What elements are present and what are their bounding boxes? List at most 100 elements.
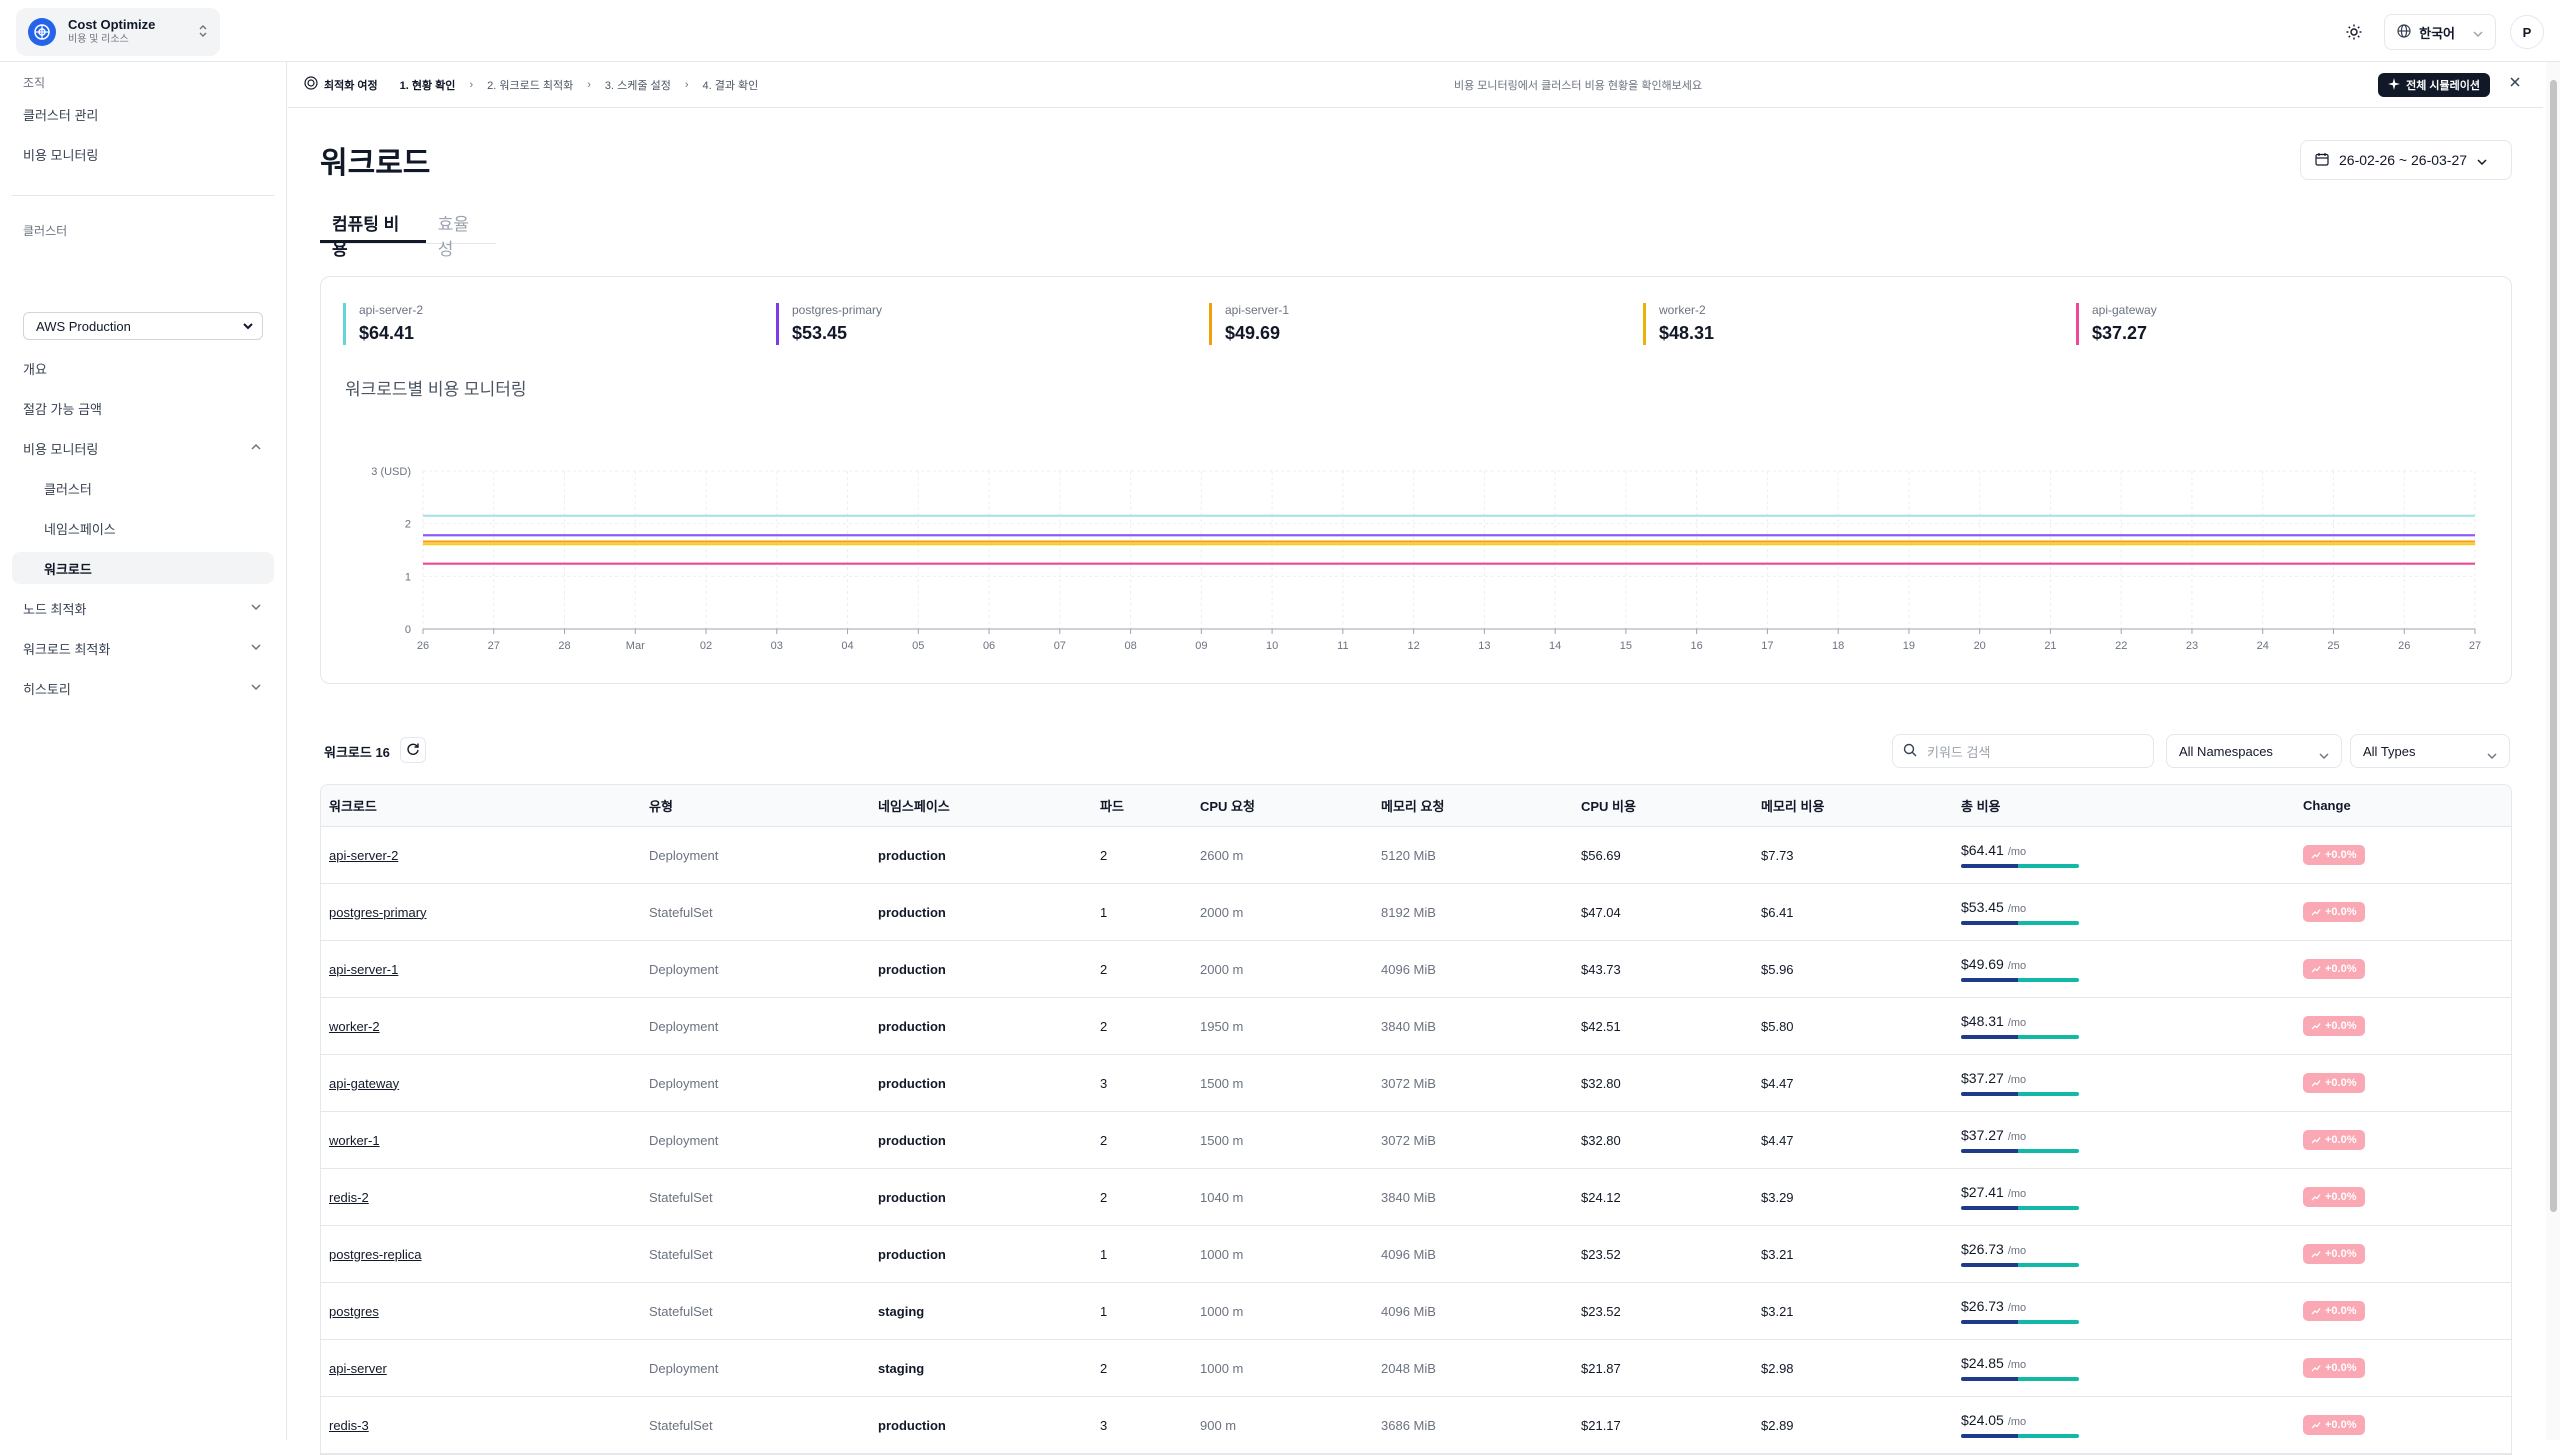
cluster-select[interactable]: AWS Production <box>23 312 263 340</box>
cell-change: +0.0% <box>2303 884 2365 940</box>
sidebar-item-namespace[interactable]: 네임스페이스 <box>12 512 274 544</box>
journey-step-4[interactable]: 4. 결과 확인 <box>702 77 758 93</box>
sidebar-item-node-optimization[interactable]: 노드 최적화 <box>12 592 274 624</box>
column-header-cpu-request[interactable]: CPU 요청 <box>1200 785 1255 826</box>
cell-total-cost: $53.45/mo <box>1961 884 2079 940</box>
table-row[interactable]: api-server Deployment staging 2 1000 m 2048 M… <box>321 1340 2511 1397</box>
tab-efficiency[interactable]: 효율성 <box>426 204 496 259</box>
column-header-change[interactable]: Change <box>2303 785 2351 826</box>
table-row[interactable]: postgres StatefulSet staging 1 1000 m 4096 Mi… <box>321 1283 2511 1340</box>
journey-step-1[interactable]: 1. 현황 확인 <box>400 77 456 93</box>
workload-link[interactable]: api-server <box>329 1361 387 1376</box>
memory-cost-segment <box>2018 864 2079 868</box>
table-row[interactable]: api-server-2 Deployment production 2 2600 m 5… <box>321 827 2511 884</box>
cost-breakdown-bar <box>1961 1377 2079 1381</box>
chevron-down-icon <box>250 681 262 696</box>
workload-link[interactable]: postgres-primary <box>329 905 427 920</box>
theme-toggle-sun-icon[interactable] <box>2338 16 2370 48</box>
cell-name: api-gateway <box>329 1055 399 1111</box>
full-simulation-button[interactable]: 전체 시뮬레이션 <box>2378 73 2490 97</box>
total-cost-unit: /mo <box>2007 1416 2027 1428</box>
cell-mem-req: 3840 MiB <box>1381 1189 1436 1205</box>
chevron-up-icon <box>250 441 262 456</box>
sidebar-item-savings[interactable]: 절감 가능 금액 <box>12 392 274 424</box>
journey-step-2[interactable]: 2. 워크로드 최적화 <box>487 77 573 93</box>
column-header-cpu-cost[interactable]: CPU 비용 <box>1581 785 1636 826</box>
x-tick-label: 26 <box>417 640 429 652</box>
workload-link[interactable]: postgres <box>329 1304 379 1319</box>
column-header-workload[interactable]: 워크로드 <box>329 785 377 826</box>
column-header-pods[interactable]: 파드 <box>1100 785 1124 826</box>
cell-change: +0.0% <box>2303 1397 2365 1453</box>
namespace-filter[interactable]: All Namespaces <box>2166 734 2342 768</box>
type-filter[interactable]: All Types <box>2350 734 2510 768</box>
table-row[interactable]: postgres-primary StatefulSet production 1 20… <box>321 884 2511 941</box>
column-header-type[interactable]: 유형 <box>649 785 673 826</box>
workload-link[interactable]: api-gateway <box>329 1076 399 1091</box>
table-row[interactable]: api-gateway Deployment production 3 1500 m 30… <box>321 1055 2511 1112</box>
table-row[interactable]: redis-2 StatefulSet production 2 1040 m 3840 … <box>321 1169 2511 1226</box>
journey-step-3[interactable]: 3. 스케줄 설정 <box>605 77 671 93</box>
avatar[interactable]: P <box>2510 15 2544 49</box>
sidebar-item-cost-monitoring-org[interactable]: 비용 모니터링 <box>12 138 274 170</box>
column-header-namespace[interactable]: 네임스페이스 <box>878 785 950 826</box>
table-row[interactable]: worker-2 Deployment production 2 1950 m 3840 … <box>321 998 2511 1055</box>
x-tick-label: 21 <box>2044 640 2056 652</box>
cell-type: StatefulSet <box>649 1303 713 1319</box>
sidebar-item-cluster-management[interactable]: 클러스터 관리 <box>12 98 274 130</box>
table-row[interactable]: redis-3 StatefulSet production 3 900 m 3686 M… <box>321 1397 2511 1454</box>
trend-up-icon <box>2311 1194 2321 1201</box>
chevron-down-icon <box>250 641 262 656</box>
x-tick-label: 19 <box>1903 640 1915 652</box>
refresh-button[interactable] <box>400 737 426 763</box>
tab-computing-cost[interactable]: 컴퓨팅 비용 <box>320 204 426 259</box>
workload-link[interactable]: worker-2 <box>329 1019 380 1034</box>
change-value: +0.0% <box>2325 1077 2357 1089</box>
x-tick-label: 07 <box>1054 640 1066 652</box>
cell-cpu-cost: $23.52 <box>1581 1303 1621 1319</box>
workload-link[interactable]: worker-1 <box>329 1133 380 1148</box>
sidebar-item-workload-optimization[interactable]: 워크로드 최적화 <box>12 632 274 664</box>
scrollbar-thumb[interactable] <box>2550 80 2557 1212</box>
date-range-picker[interactable]: 26-02-26 ~ 26-03-27 <box>2300 140 2512 180</box>
cell-type: Deployment <box>649 961 719 977</box>
table-row[interactable]: postgres-replica StatefulSet production 1 10… <box>321 1226 2511 1283</box>
workload-link[interactable]: api-server-2 <box>329 848 398 863</box>
x-tick-label: 25 <box>2327 640 2339 652</box>
close-icon[interactable] <box>2509 76 2521 91</box>
workload-link[interactable]: redis-3 <box>329 1418 369 1433</box>
sidebar-item-cluster[interactable]: 클러스터 <box>12 472 274 504</box>
sidebar-item-label: 비용 모니터링 <box>23 441 99 457</box>
table-row[interactable]: worker-1 Deployment production 2 1500 m 3072 … <box>321 1112 2511 1169</box>
workload-link[interactable]: postgres-replica <box>329 1247 422 1262</box>
cell-pods: 1 <box>1100 1303 1108 1319</box>
workload-link[interactable]: redis-2 <box>329 1190 369 1205</box>
change-badge: +0.0% <box>2303 902 2365 922</box>
chevron-down-icon <box>2477 152 2487 168</box>
table-row[interactable]: api-server-1 Deployment production 2 2000 m 4… <box>321 941 2511 998</box>
sidebar-item-workload[interactable]: 워크로드 <box>12 552 274 584</box>
change-badge: +0.0% <box>2303 1130 2365 1150</box>
tab-bar: 컴퓨팅 비용 효율성 <box>320 204 496 259</box>
cell-change: +0.0% <box>2303 1055 2365 1111</box>
cell-type: StatefulSet <box>649 904 713 920</box>
column-header-memory-cost[interactable]: 메모리 비용 <box>1761 785 1824 826</box>
memory-cost-segment <box>2018 1434 2079 1438</box>
scrollbar[interactable] <box>2546 62 2560 1440</box>
cpu-cost-segment <box>1961 1035 2019 1039</box>
sidebar-item-history[interactable]: 히스토리 <box>12 672 274 704</box>
search-input[interactable]: 키워드 검색 <box>1892 734 2154 768</box>
workload-link[interactable]: api-server-1 <box>329 962 398 977</box>
sidebar-item-cost-monitoring[interactable]: 비용 모니터링 <box>12 432 274 464</box>
cell-pods: 1 <box>1100 1246 1108 1262</box>
cell-cpu-req: 1000 m <box>1200 1360 1244 1376</box>
column-header-total-cost[interactable]: 총 비용 <box>1961 785 2001 826</box>
sidebar-item-overview[interactable]: 개요 <box>12 352 274 384</box>
workload-count: 워크로드 16 <box>324 745 390 760</box>
cpu-cost-segment <box>1961 1377 2019 1381</box>
change-badge: +0.0% <box>2303 1244 2365 1264</box>
app-switcher[interactable]: Cost Optimize 비용 및 리소스 <box>16 8 220 56</box>
cell-mem-req: 4096 MiB <box>1381 1303 1436 1319</box>
column-header-memory-request[interactable]: 메모리 요청 <box>1381 785 1444 826</box>
language-select[interactable]: 한국어 <box>2384 14 2496 50</box>
